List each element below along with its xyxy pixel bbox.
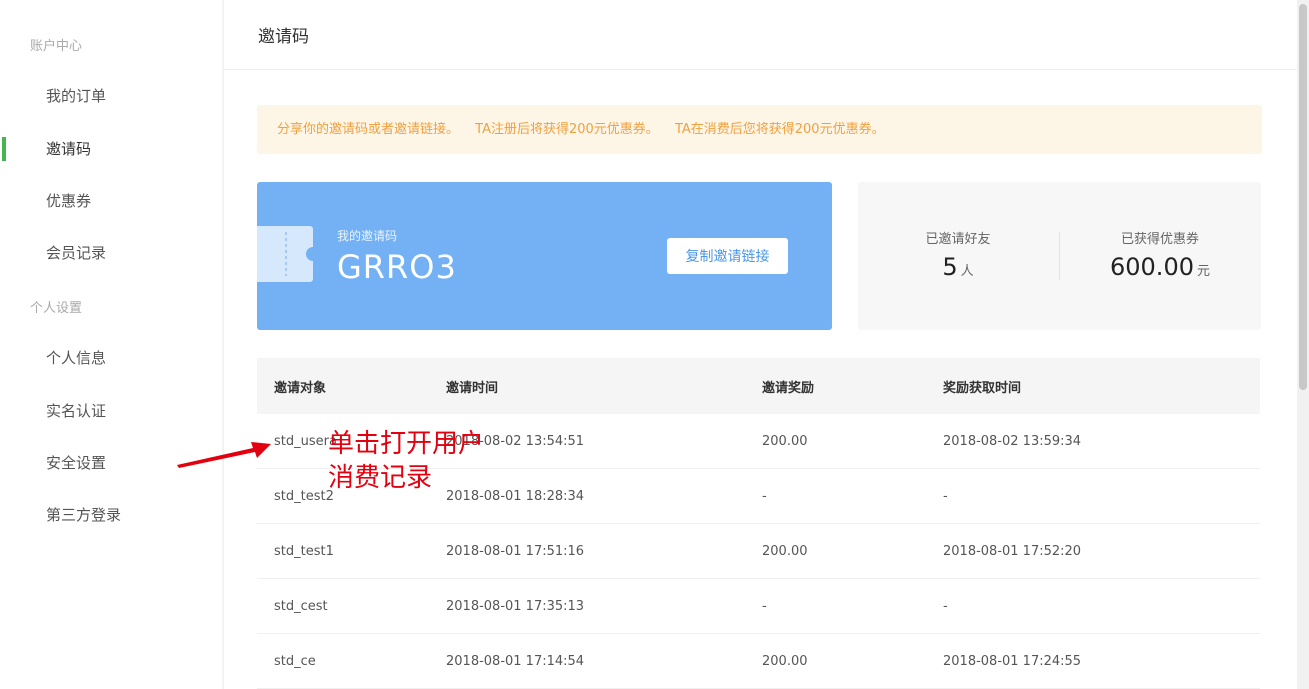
invite-stats-card: 已邀请好友 5人 已获得优惠券 600.00 元: [858, 182, 1261, 330]
cell-reward-time: -: [943, 488, 948, 504]
cell-reward-time: 2018-08-01 17:24:55: [943, 653, 1082, 669]
header-invitee: 邀请对象: [274, 380, 327, 396]
table-row[interactable]: std_cest 2018-08-01 17:35:13 - -: [257, 579, 1260, 634]
cell-reward: 200.00: [762, 653, 808, 669]
invite-code-label: 我的邀请码: [337, 229, 398, 243]
annotation-line-1: 单击打开用户: [328, 429, 485, 459]
cell-invite-time: 2018-08-01 17:35:13: [446, 598, 585, 614]
stat-invited-friends: 已邀请好友 5人: [858, 228, 1058, 281]
page-title: 邀请码: [258, 27, 309, 47]
table-row[interactable]: std_test1 2018-08-01 17:51:16 200.00 201…: [257, 524, 1260, 579]
cell-reward-time: 2018-08-01 17:52:20: [943, 543, 1082, 559]
page-scrollbar[interactable]: [1297, 0, 1309, 689]
cell-reward-time: 2018-08-02 13:59:34: [943, 433, 1082, 449]
annotation-arrow-icon: [177, 442, 271, 468]
table-row[interactable]: std_ce 2018-08-01 17:14:54 200.00 2018-0…: [257, 634, 1260, 689]
cell-invitee[interactable]: std_ce: [257, 654, 446, 669]
stat-invited-unit: 人: [960, 264, 974, 279]
sidebar-group-personal: 个人设置: [30, 301, 83, 316]
sidebar-item-orders[interactable]: 我的订单: [0, 76, 222, 116]
main-content: 邀请码 分享你的邀请码或者邀请链接。 TA注册后将获得200元优惠券。 TA在消…: [224, 0, 1297, 689]
cell-reward-time: -: [943, 598, 948, 614]
cell-invitee[interactable]: std_test1: [257, 544, 446, 559]
cell-invite-time: 2018-08-01 17:14:54: [446, 653, 585, 669]
invite-code-value: GRRO3: [337, 248, 457, 286]
sidebar-group-account: 账户中心: [30, 39, 83, 54]
cell-reward: 200.00: [762, 433, 808, 449]
header-reward: 邀请奖励: [762, 380, 815, 396]
notice-part-1: 分享你的邀请码或者邀请链接。: [277, 122, 460, 137]
invite-code-card: 我的邀请码 GRRO3 复制邀请链接: [257, 182, 832, 330]
stat-coupons-label: 已获得优惠券: [1120, 232, 1199, 247]
sidebar-item-third-party-login[interactable]: 第三方登录: [0, 495, 222, 535]
stat-coupons-unit: 元: [1196, 264, 1210, 279]
header-reward-time: 奖励获取时间: [943, 380, 1022, 396]
cell-invite-time: 2018-08-01 17:51:16: [446, 543, 585, 559]
sidebar-item-profile[interactable]: 个人信息: [0, 338, 222, 378]
stat-invited-value: 5: [942, 253, 958, 281]
copy-invite-link-button[interactable]: 复制邀请链接: [667, 238, 788, 274]
sidebar-item-invite-code[interactable]: 邀请码: [0, 129, 222, 169]
scrollbar-thumb[interactable]: [1299, 4, 1307, 390]
table-header: 邀请对象 邀请时间 邀请奖励 奖励获取时间: [257, 358, 1260, 414]
invite-notice: 分享你的邀请码或者邀请链接。 TA注册后将获得200元优惠券。 TA在消费后您将…: [257, 105, 1262, 154]
stat-coupons-value-row: 600.00 元: [1060, 253, 1260, 281]
sidebar-item-coupons[interactable]: 优惠券: [0, 181, 222, 221]
title-divider: [224, 69, 1297, 70]
stat-invited-label: 已邀请好友: [925, 232, 991, 247]
cell-reward: 200.00: [762, 543, 808, 559]
invite-table: 邀请对象 邀请时间 邀请奖励 奖励获取时间 std_usera 2018-08-…: [257, 358, 1260, 689]
cell-reward: -: [762, 488, 767, 504]
annotation-text: 单击打开用户 消费记录: [328, 427, 528, 495]
ticket-icon: [257, 226, 313, 282]
stat-invited-value-row: 5人: [858, 253, 1058, 281]
header-invite-time: 邀请时间: [446, 380, 499, 396]
notice-part-2: TA注册后将获得200元优惠券。: [475, 122, 659, 137]
notice-part-3: TA在消费后您将获得200元优惠券。: [674, 122, 885, 137]
cell-invitee[interactable]: std_cest: [257, 599, 446, 614]
cell-reward: -: [762, 598, 767, 614]
sidebar-item-verification[interactable]: 实名认证: [0, 391, 222, 431]
sidebar-item-member-records[interactable]: 会员记录: [0, 233, 222, 273]
sidebar: 账户中心 我的订单 邀请码 优惠券 会员记录 个人设置 个人信息 实名认证 安全…: [0, 0, 222, 689]
annotation-line-2: 消费记录: [328, 463, 433, 493]
stat-coupons-value: 600.00: [1110, 253, 1194, 281]
stat-coupons-earned: 已获得优惠券 600.00 元: [1060, 228, 1260, 281]
